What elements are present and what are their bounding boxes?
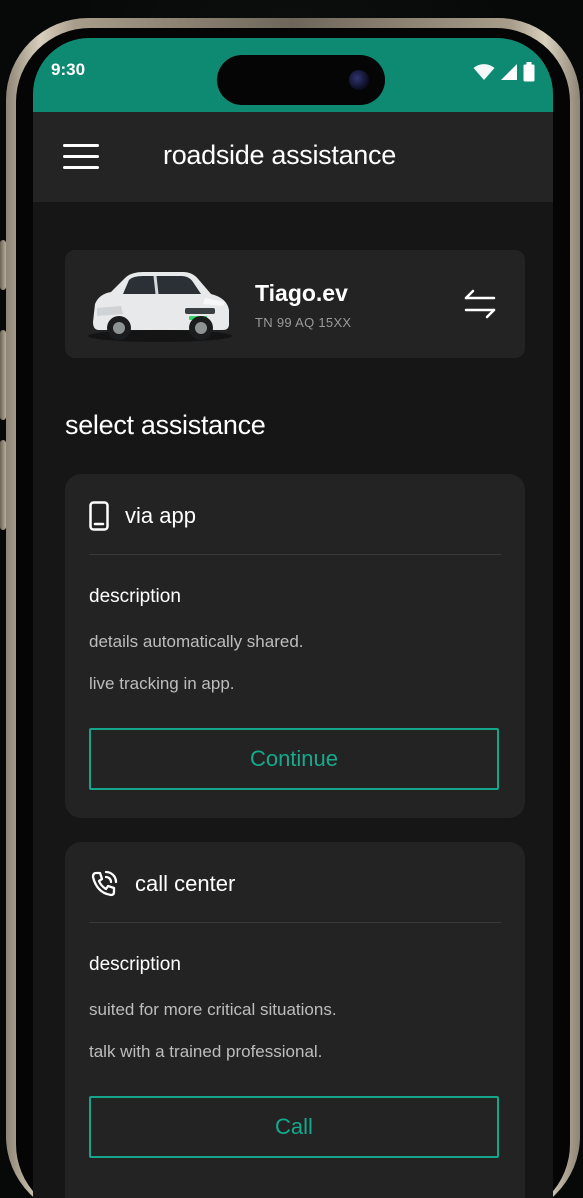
background: 9:30 roadside assistance Tiago.ev TN 99 … <box>0 0 583 1198</box>
option-header: call center <box>89 864 235 904</box>
signal-icon <box>501 64 517 80</box>
section-title: select assistance <box>65 410 266 440</box>
continue-button[interactable]: Continue <box>89 728 499 790</box>
assistance-option-call-center: call center description suited for more … <box>65 842 525 1198</box>
status-icons <box>473 62 535 82</box>
phone-side-button <box>0 330 6 420</box>
option-header: via app <box>89 496 196 536</box>
option-title: via app <box>125 503 196 528</box>
description-label: description <box>89 954 181 975</box>
description-line: suited for more critical situations. <box>89 1000 337 1019</box>
phone-screen: 9:30 roadside assistance Tiago.ev TN 99 … <box>33 38 553 1198</box>
status-time: 9:30 <box>51 60 86 79</box>
description-label: description <box>89 586 181 607</box>
app-header: roadside assistance <box>33 112 553 203</box>
phone-call-icon <box>91 870 118 897</box>
option-title: call center <box>135 871 236 896</box>
car-image <box>88 272 232 342</box>
assistance-option-app: via app description details automaticall… <box>65 474 525 818</box>
vehicle-card[interactable]: Tiago.ev TN 99 AQ 15XX <box>65 250 525 358</box>
swap-arrows-icon[interactable] <box>463 288 497 320</box>
status-bar: 9:30 <box>33 38 553 112</box>
divider <box>89 922 501 923</box>
battery-icon <box>523 62 535 82</box>
wifi-icon <box>473 64 495 80</box>
phone-side-button <box>0 440 6 530</box>
front-camera <box>349 70 369 90</box>
hamburger-menu-icon[interactable] <box>63 142 101 172</box>
divider <box>89 554 501 555</box>
vehicle-name: Tiago.ev <box>255 280 348 306</box>
main-content: Tiago.ev TN 99 AQ 15XX select assistance <box>33 202 553 1198</box>
description-line: talk with a trained professional. <box>89 1042 323 1061</box>
vehicle-plate: TN 99 AQ 15XX <box>255 315 352 330</box>
description-line: details automatically shared. <box>89 632 304 651</box>
description-line: live tracking in app. <box>89 674 235 693</box>
dynamic-island <box>217 55 385 105</box>
page-title: roadside assistance <box>163 140 396 170</box>
smartphone-icon <box>89 501 109 531</box>
call-button[interactable]: Call <box>89 1096 499 1158</box>
phone-side-button <box>0 240 6 290</box>
